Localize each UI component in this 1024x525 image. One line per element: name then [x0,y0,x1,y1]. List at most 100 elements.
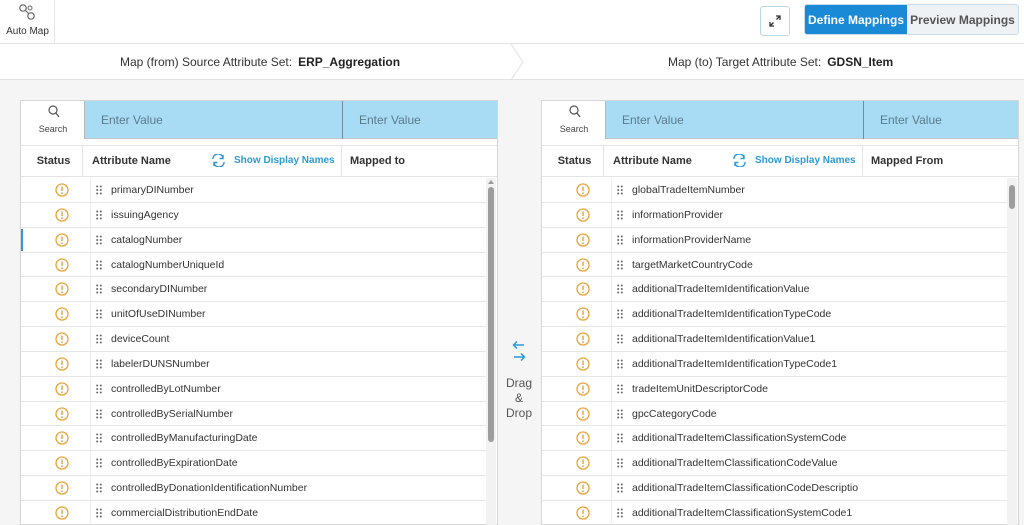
source-search-input-1[interactable] [85,101,341,139]
drag-handle-icon[interactable] [617,185,623,195]
source-search-input-2[interactable] [342,101,497,139]
attribute-row[interactable]: primaryDINumber [21,178,487,203]
attribute-row[interactable]: catalogNumber [21,227,487,253]
drag-handle-icon[interactable] [96,458,102,468]
drag-handle-icon[interactable] [617,210,623,220]
drag-handle-icon[interactable] [617,433,623,443]
warning-circle-icon [55,357,69,371]
scrollbar-thumb[interactable] [488,187,494,442]
attribute-row[interactable]: gpcCategoryCode [542,401,1008,427]
mapped-to-header[interactable]: Mapped to [341,146,491,176]
drag-handle-icon[interactable] [617,483,623,493]
attribute-row[interactable]: informationProviderName [542,227,1008,253]
warning-circle-icon [55,208,69,222]
mapped-from-header[interactable]: Mapped From [862,146,1012,176]
target-search-input-1[interactable] [606,101,862,139]
drag-label: Drag [505,376,532,390]
status-header[interactable]: Status [546,146,604,176]
attribute-row[interactable]: controlledByLotNumber [21,376,487,402]
warning-circle-icon [576,233,590,247]
attribute-name-header[interactable]: Attribute Name [92,146,171,176]
tab-define-mappings[interactable]: Define Mappings [805,5,907,34]
drag-handle-icon[interactable] [96,235,102,245]
attribute-row[interactable]: controlledByDonationIdentificationNumber [21,476,487,501]
drag-handle-icon[interactable] [617,359,623,369]
tab-preview-mappings[interactable]: Preview Mappings [907,5,1018,34]
attribute-name: informationProvider [632,208,724,221]
drag-handle-icon[interactable] [96,384,102,394]
attribute-row[interactable]: additionalTradeItemIdentificationTypeCod… [542,302,1008,328]
attribute-row[interactable]: commercialDistributionEndDate [21,500,487,525]
drag-handle-icon[interactable] [96,284,102,294]
drag-handle-icon[interactable] [617,384,623,394]
attribute-row[interactable]: catalogNumberUniqueId [21,252,487,278]
attribute-row[interactable]: secondaryDINumber [21,277,487,303]
warning-circle-icon [576,456,590,470]
drag-handle-icon[interactable] [617,334,623,344]
drag-handle-icon[interactable] [617,284,623,294]
drag-handle-icon[interactable] [96,359,102,369]
drag-handle-icon[interactable] [96,483,102,493]
target-search-input-2[interactable] [863,101,1018,139]
attribute-row[interactable]: controlledByExpirationDate [21,451,487,477]
status-cell [21,351,91,376]
drag-handle-icon[interactable] [617,508,623,518]
drag-handle-icon[interactable] [617,235,623,245]
scrollbar-thumb[interactable] [1009,185,1015,209]
drag-handle-icon[interactable] [96,508,102,518]
attribute-row[interactable]: tradeItemUnitDescriptorCode [542,376,1008,402]
show-display-names-toggle[interactable]: Show Display Names [732,146,856,176]
status-cell [21,227,91,252]
drop-label: Drop [505,406,532,420]
drag-handle-icon[interactable] [96,334,102,344]
attribute-name: commercialDistributionEndDate [111,506,259,519]
drag-handle-icon[interactable] [96,260,102,270]
attribute-row[interactable]: globalTradeItemNumber [542,178,1008,203]
warning-circle-icon [576,332,590,346]
attribute-row[interactable]: targetMarketCountryCode [542,252,1008,278]
drag-handle-icon[interactable] [617,260,623,270]
attribute-name-header[interactable]: Attribute Name [613,146,692,176]
attribute-row[interactable]: additionalTradeItemIdentificationValue1 [542,327,1008,352]
target-search-button[interactable]: Search [542,101,606,139]
status-cell [542,202,612,227]
attribute-row[interactable]: additionalTradeItemIdentificationTypeCod… [542,351,1008,377]
attribute-row[interactable]: issuingAgency [21,202,487,228]
drag-handle-icon[interactable] [617,309,623,319]
attribute-row[interactable]: additionalTradeItemClassificationSystemC… [542,426,1008,452]
source-search-button[interactable]: Search [21,101,85,139]
status-cell [21,376,91,401]
drag-handle-icon[interactable] [96,210,102,220]
attribute-row[interactable]: deviceCount [21,327,487,352]
attribute-row[interactable]: additionalTradeItemClassificationCodeDes… [542,476,1008,501]
drag-handle-icon[interactable] [96,309,102,319]
target-value: GDSN_Item [827,55,894,69]
attribute-row[interactable]: additionalTradeItemClassificationCodeVal… [542,451,1008,477]
warning-circle-icon [55,307,69,321]
attribute-row[interactable]: controlledBySerialNumber [21,401,487,427]
drag-handle-icon[interactable] [96,409,102,419]
drag-handle-icon[interactable] [96,433,102,443]
show-display-names-label: Show Display Names [234,155,335,166]
drag-handle-icon[interactable] [617,409,623,419]
source-scrollbar[interactable] [486,178,496,525]
scroll-up-arrow-icon[interactable] [488,180,494,184]
attribute-row[interactable]: controlledByManufacturingDate [21,426,487,452]
drag-handle-icon[interactable] [617,458,623,468]
warning-circle-icon [576,382,590,396]
status-header[interactable]: Status [25,146,83,176]
target-search-row: Search [542,101,1018,139]
attribute-row[interactable]: labelerDUNSNumber [21,351,487,377]
show-display-names-toggle[interactable]: Show Display Names [211,146,335,176]
auto-map-button[interactable]: Auto Map [0,0,55,43]
drag-handle-icon[interactable] [96,185,102,195]
expand-button[interactable] [760,6,790,36]
attribute-row[interactable]: informationProvider [542,202,1008,228]
attribute-set-bar: Map (from) Source Attribute Set: ERP_Aggr… [0,44,1024,80]
attribute-row[interactable]: unitOfUseDINumber [21,302,487,328]
status-cell [542,351,612,376]
target-scrollbar[interactable] [1007,178,1017,525]
attribute-row[interactable]: additionalTradeItemClassificationSystemC… [542,500,1008,525]
source-panel: Search Status Attribute Name Show Displa… [20,100,498,525]
attribute-row[interactable]: additionalTradeItemIdentificationValue [542,277,1008,303]
